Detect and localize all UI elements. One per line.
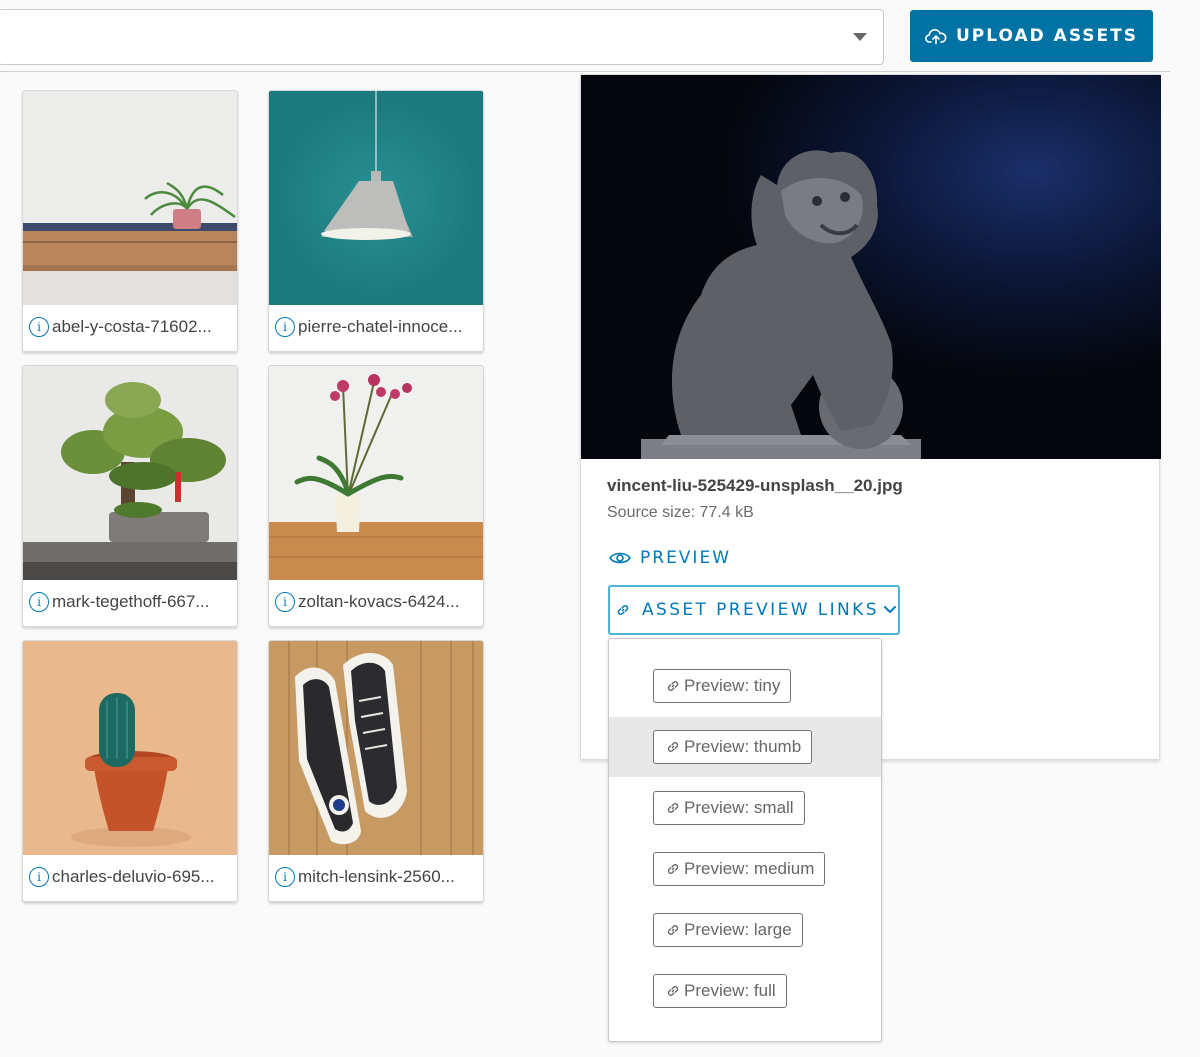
preview-link-label: Preview: large (684, 920, 792, 939)
link-icon (667, 803, 679, 813)
divider (0, 71, 1170, 72)
preview-label: PREVIEW (640, 548, 731, 568)
link-icon (667, 986, 679, 996)
preview-link-chip[interactable]: Preview: tiny (653, 669, 792, 703)
asset-caption: i zoltan-kovacs-6424... (275, 592, 481, 612)
menu-item-preview-tiny[interactable]: Preview: tiny (609, 656, 881, 716)
asset-file-name: vincent-liu-525429-unsplash__20.jpg (607, 476, 903, 495)
link-icon (617, 605, 629, 615)
preview-link-chip[interactable]: Preview: full (653, 974, 787, 1008)
asset-caption: i mark-tegethoff-667... (29, 592, 235, 612)
upload-assets-button[interactable]: UPLOAD ASSETS (910, 10, 1153, 62)
asset-file-name: pierre-chatel-innoce... (298, 317, 463, 336)
asset-card[interactable]: i abel-y-costa-71602... (22, 90, 238, 352)
chevron-down-icon (883, 606, 896, 613)
info-icon[interactable]: i (275, 867, 295, 887)
asset-file-name: abel-y-costa-71602... (52, 317, 212, 336)
asset-preview-links-button[interactable]: ASSET PREVIEW LINKS (608, 585, 900, 635)
upload-assets-label: UPLOAD ASSETS (955, 26, 1138, 46)
preview-link-label: Preview: full (684, 981, 776, 1000)
menu-item-preview-full[interactable]: Preview: full (609, 961, 881, 1021)
preview-link-label: Preview: tiny (684, 676, 781, 695)
asset-card[interactable]: i mitch-lensink-2560... (268, 640, 484, 902)
preview-link-label: Preview: small (684, 798, 794, 817)
info-icon[interactable]: i (275, 592, 295, 612)
eye-icon (609, 552, 631, 564)
asset-preview-links-label: ASSET PREVIEW LINKS (642, 600, 879, 620)
asset-caption: i pierre-chatel-innoce... (275, 317, 481, 337)
info-icon[interactable]: i (275, 317, 295, 337)
asset-thumbnail (23, 91, 237, 305)
asset-thumbnail (269, 641, 483, 855)
link-icon (667, 864, 679, 874)
asset-file-name: mitch-lensink-2560... (298, 867, 455, 886)
asset-file-name: charles-deluvio-695... (52, 867, 215, 886)
preview-button[interactable]: PREVIEW (609, 548, 731, 568)
asset-thumbnail (269, 366, 483, 580)
preview-link-chip[interactable]: Preview: thumb (653, 730, 813, 764)
preview-link-chip[interactable]: Preview: medium (653, 852, 826, 886)
asset-caption: i mitch-lensink-2560... (275, 867, 481, 887)
asset-filter-select[interactable] (0, 9, 884, 65)
preview-link-chip[interactable]: Preview: small (653, 791, 805, 825)
info-icon[interactable]: i (29, 592, 49, 612)
asset-card[interactable]: i pierre-chatel-innoce... (268, 90, 484, 352)
caret-down-icon (853, 33, 867, 41)
info-icon[interactable]: i (29, 317, 49, 337)
link-icon (667, 681, 679, 691)
info-icon[interactable]: i (29, 867, 49, 887)
asset-thumbnail (23, 366, 237, 580)
asset-preview-links-menu: Preview: tiny Preview: thumb Preview: sm… (608, 638, 882, 1042)
preview-link-label: Preview: thumb (684, 737, 802, 756)
link-icon (667, 742, 679, 752)
menu-item-preview-thumb[interactable]: Preview: thumb (609, 717, 881, 777)
asset-caption: i charles-deluvio-695... (29, 867, 235, 887)
cloud-upload-icon (925, 29, 947, 45)
asset-source-size: Source size: 77.4 kB (607, 504, 754, 521)
menu-item-preview-large[interactable]: Preview: large (609, 900, 881, 960)
asset-thumbnail (23, 641, 237, 855)
link-icon (667, 925, 679, 935)
asset-caption: i abel-y-costa-71602... (29, 317, 235, 337)
menu-item-preview-medium[interactable]: Preview: medium (609, 839, 881, 899)
preview-link-label: Preview: medium (684, 859, 815, 878)
asset-thumbnail (269, 91, 483, 305)
menu-item-preview-small[interactable]: Preview: small (609, 778, 881, 838)
asset-card[interactable]: i charles-deluvio-695... (22, 640, 238, 902)
asset-card[interactable]: i mark-tegethoff-667... (22, 365, 238, 627)
asset-preview-image (581, 75, 1161, 459)
preview-link-chip[interactable]: Preview: large (653, 913, 803, 947)
asset-card[interactable]: i zoltan-kovacs-6424... (268, 365, 484, 627)
asset-file-name: mark-tegethoff-667... (52, 592, 210, 611)
asset-file-name: zoltan-kovacs-6424... (298, 592, 460, 611)
